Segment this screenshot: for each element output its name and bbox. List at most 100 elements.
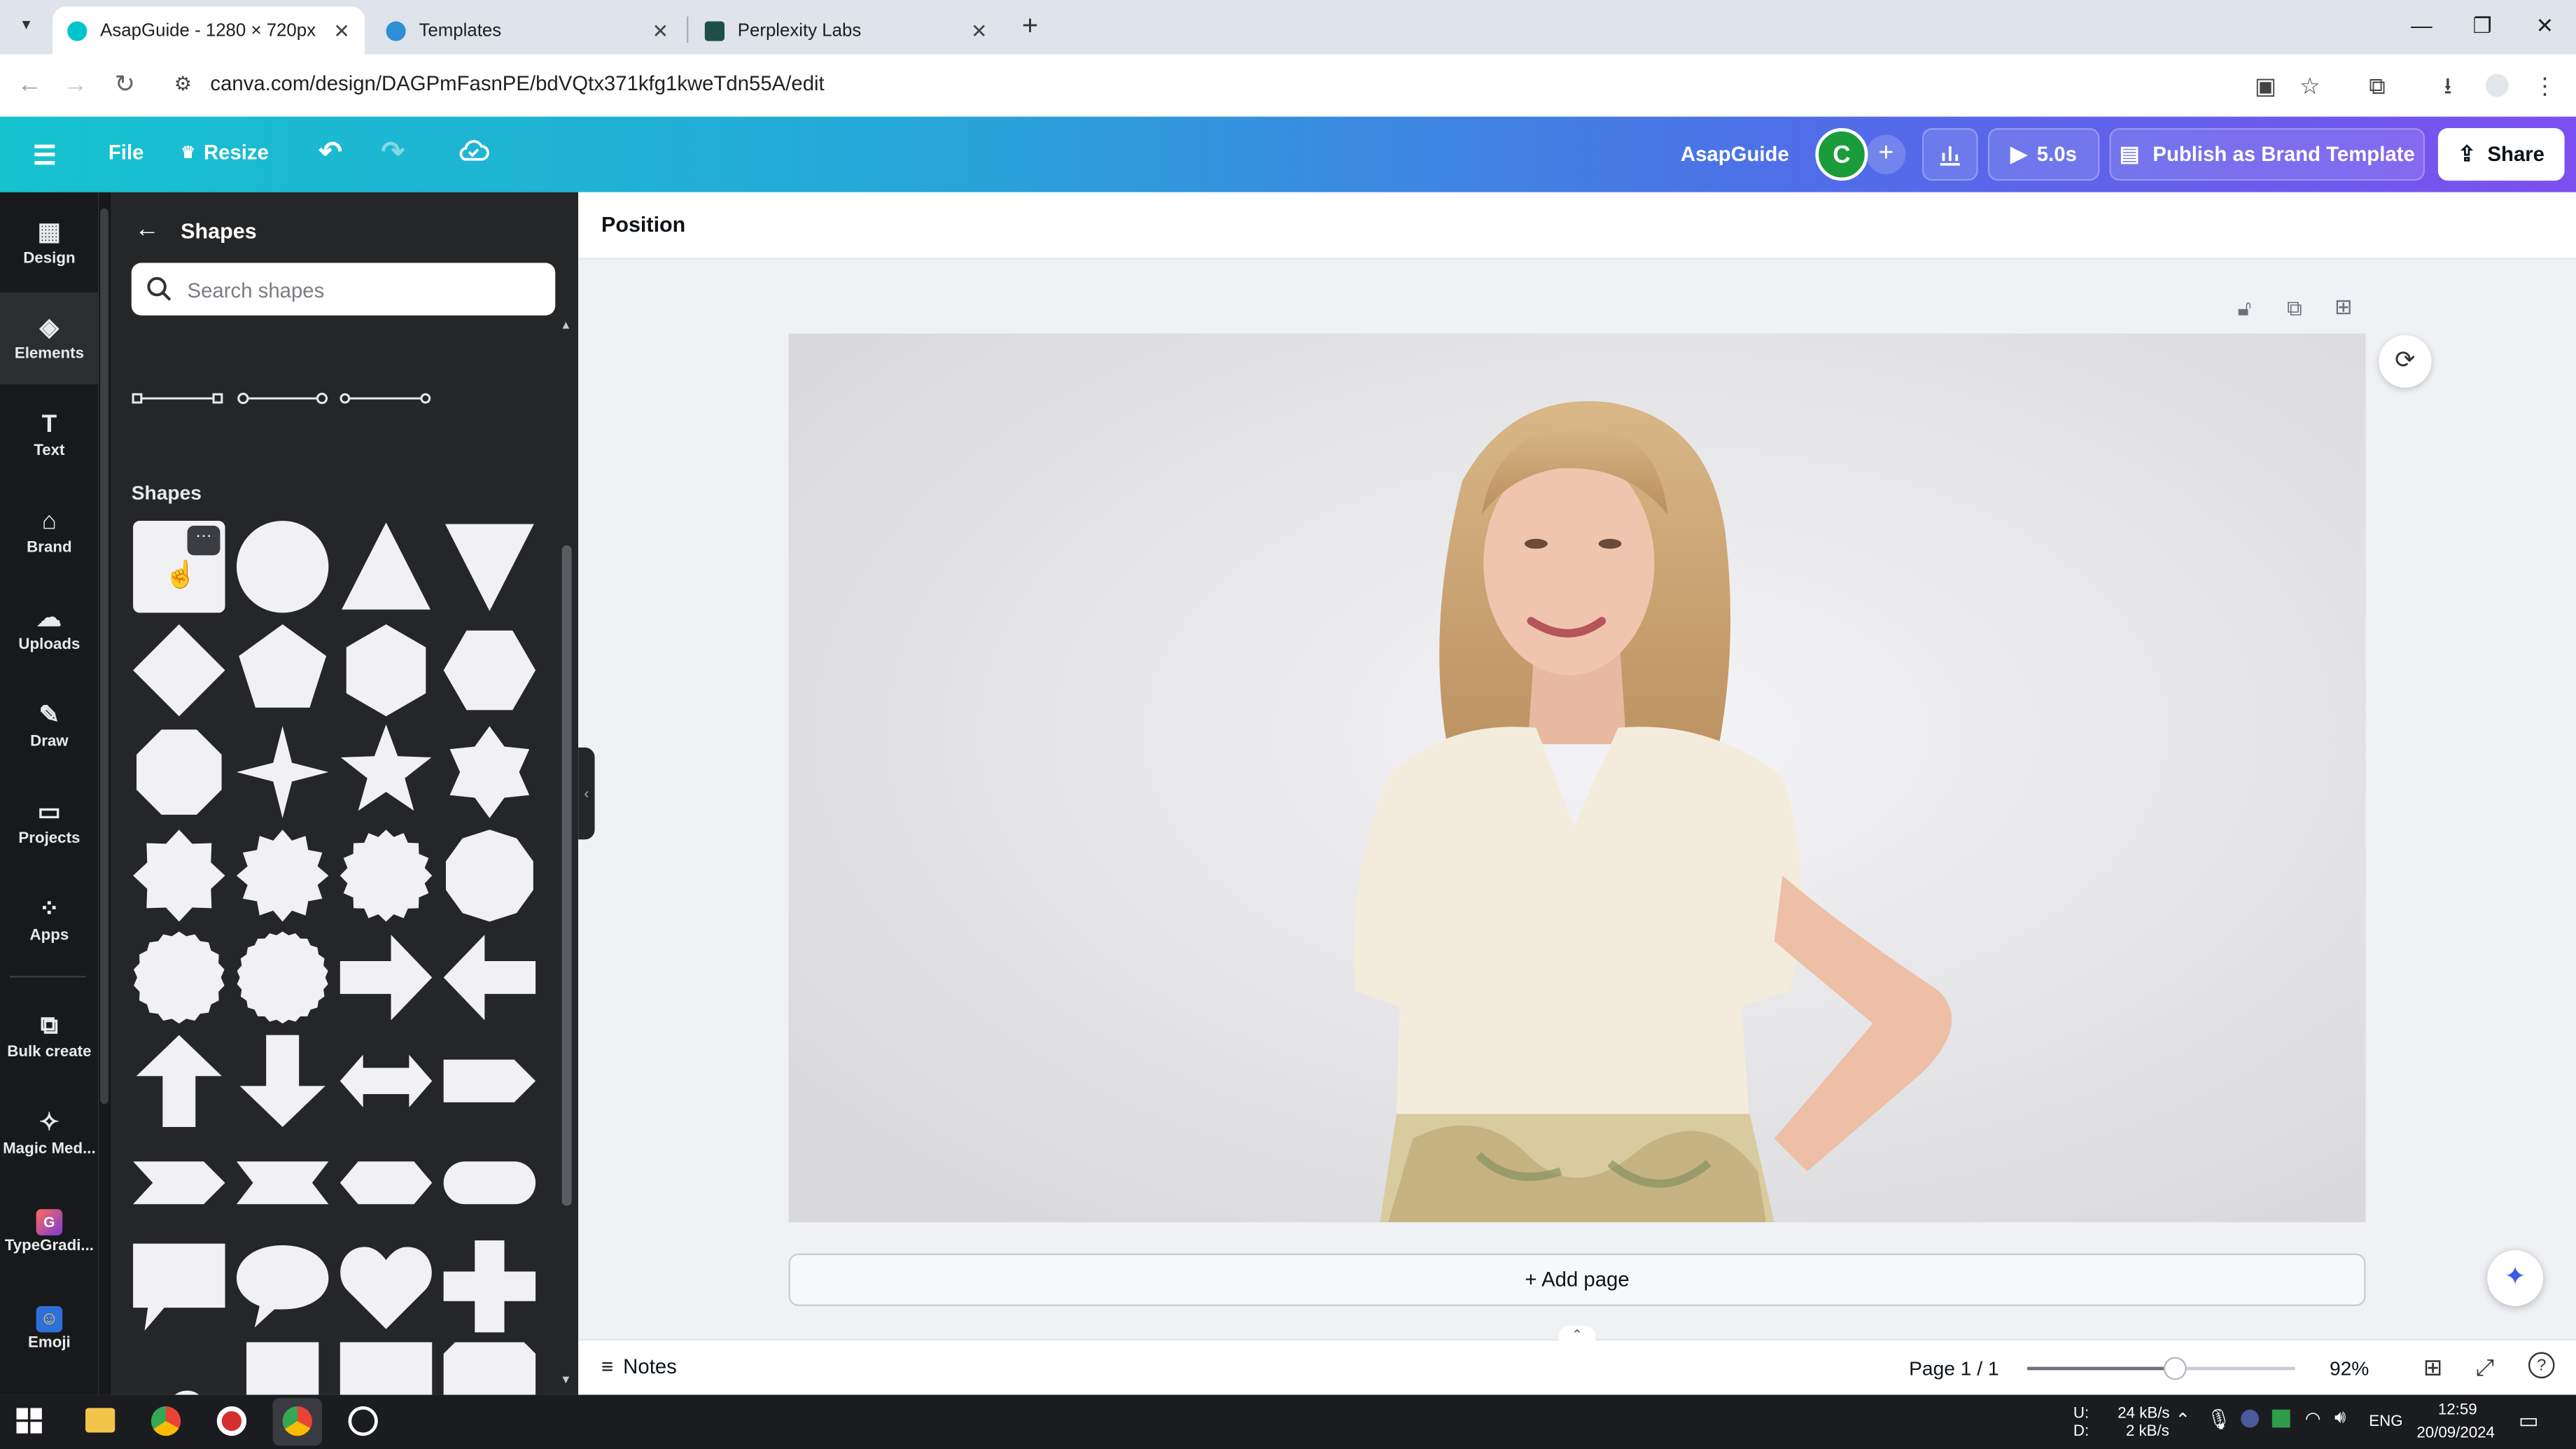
sidebar-item-apps[interactable]: ⁘ Apps	[0, 874, 99, 966]
line-square-ends[interactable]	[132, 393, 223, 404]
notes-button[interactable]: ≡ Notes	[601, 1355, 677, 1378]
file-menu-button[interactable]: File	[108, 141, 144, 164]
line-dot-ends[interactable]	[340, 393, 431, 404]
sidebar-item-uploads[interactable]: ☁ Uploads	[0, 583, 99, 675]
invite-plus-button[interactable]: +	[1866, 134, 1906, 174]
fullscreen-icon[interactable]: ⤢	[2476, 1354, 2494, 1382]
new-tab-button[interactable]: +	[1014, 10, 1046, 43]
tray-chevron-icon[interactable]: ⌃	[2175, 1410, 2190, 1431]
shape-hexagon[interactable]	[442, 622, 537, 717]
tab-search-button[interactable]: ▾	[13, 13, 40, 40]
zoom-level[interactable]: 92%	[2330, 1357, 2369, 1380]
scroll-up-icon[interactable]: ▲	[560, 321, 571, 332]
more-options-button[interactable]: ···	[187, 526, 220, 556]
shape-six-point-star[interactable]	[442, 724, 537, 820]
chrome-menu-icon[interactable]: ⋮	[2530, 71, 2559, 100]
shape-decagon[interactable]	[442, 827, 537, 923]
sidebar-item-magic-media[interactable]: ✧ Magic Med...	[0, 1088, 99, 1180]
search-input[interactable]	[183, 262, 552, 319]
volume-icon[interactable]: 🔊︎	[2334, 1408, 2346, 1429]
microphone-icon[interactable]: 🎙︎	[2206, 1408, 2232, 1431]
zoom-slider[interactable]	[2027, 1357, 2295, 1380]
shape-scalloped-circle[interactable]	[132, 930, 227, 1025]
clock-app-taskbar-icon[interactable]	[348, 1406, 378, 1436]
shape-ribbon[interactable]	[235, 1135, 330, 1231]
shape-scalloped-circle-fine[interactable]	[235, 930, 330, 1025]
user-avatar[interactable]: C	[1815, 128, 1868, 181]
shape-cross[interactable]	[442, 1238, 537, 1333]
nvidia-tray-icon[interactable]	[2272, 1409, 2290, 1428]
shape-inverted-triangle[interactable]	[442, 519, 537, 615]
reload-button[interactable]: ↻	[108, 69, 141, 102]
language-indicator[interactable]: ENG	[2369, 1413, 2402, 1431]
line-circle-ends[interactable]	[237, 393, 328, 405]
shape-hexagon-wide[interactable]	[338, 1135, 433, 1231]
shape-chevron[interactable]	[132, 1135, 227, 1231]
sidebar-item-draw[interactable]: ✎ Draw	[0, 680, 99, 772]
shape-triangle[interactable]	[338, 519, 433, 615]
undo-button[interactable]: ↶	[318, 136, 342, 169]
insights-chart-button[interactable]	[1921, 128, 1978, 181]
install-app-icon[interactable]: ▣	[2250, 71, 2280, 100]
main-menu-icon[interactable]: ☰	[33, 139, 57, 172]
shape-double-arrow[interactable]	[338, 1032, 433, 1128]
shape-sixteen-point-burst[interactable]	[338, 827, 433, 923]
close-window-button[interactable]: ✕	[2525, 10, 2564, 43]
page-indicator[interactable]: Page 1 / 1	[1909, 1357, 1998, 1380]
shape-diamond[interactable]	[132, 622, 227, 717]
panel-scrollbar[interactable]	[561, 545, 572, 1206]
tab-perplexity[interactable]: Perplexity Labs ✕	[690, 6, 1002, 54]
close-tab-icon[interactable]: ✕	[966, 19, 993, 42]
grid-view-icon[interactable]: ⊞	[2423, 1354, 2443, 1382]
sidebar-item-typegradient[interactable]: G TypeGradi...	[0, 1184, 99, 1276]
add-page-button[interactable]: + Add page	[788, 1253, 2366, 1306]
shape-pentagon[interactable]	[235, 622, 330, 717]
zoom-slider-handle[interactable]	[2163, 1357, 2186, 1380]
shape-hexagon-vertical[interactable]	[338, 622, 433, 717]
tray-app-icon[interactable]	[2241, 1409, 2260, 1428]
close-tab-icon[interactable]: ✕	[328, 19, 355, 42]
bookmark-star-icon[interactable]: ☆	[2295, 71, 2325, 100]
save-status-cloud-icon[interactable]	[456, 134, 489, 167]
shape-left-arrow[interactable]	[442, 930, 537, 1025]
url-text[interactable]: canva.com/design/DAGPmFasnPE/bdVQtx371kf…	[210, 72, 824, 95]
shape-circle[interactable]	[235, 519, 330, 615]
show-pages-chevron-icon[interactable]: ⌃	[1559, 1325, 1595, 1343]
back-button[interactable]: ←	[13, 69, 46, 102]
clock-time[interactable]: 12:59	[2438, 1401, 2477, 1420]
sidebar-item-design[interactable]: ▦ Design	[0, 197, 99, 289]
refresh-design-icon[interactable]: ⟳	[2379, 335, 2432, 388]
windows-start-icon[interactable]	[16, 1408, 43, 1442]
file-explorer-icon[interactable]	[85, 1408, 115, 1433]
sidebar-item-projects[interactable]: ▭ Projects	[0, 777, 99, 869]
publish-brand-template-button[interactable]: ▤ Publish as Brand Template	[2109, 128, 2426, 181]
add-page-icon[interactable]: ⊞	[2334, 294, 2353, 321]
shape-pentagon-arrow[interactable]	[442, 1032, 537, 1128]
shapes-search-box[interactable]	[131, 262, 556, 319]
collapse-panel-handle[interactable]: ‹	[578, 747, 595, 840]
scroll-down-icon[interactable]: ▼	[560, 1375, 571, 1386]
downloads-icon[interactable]: ⭳	[2433, 71, 2463, 100]
notifications-icon[interactable]: ▭	[2519, 1408, 2539, 1434]
wifi-icon[interactable]: ◠	[2305, 1408, 2321, 1429]
profile-avatar[interactable]	[2482, 71, 2512, 100]
duplicate-page-icon[interactable]: ⧉	[2287, 295, 2302, 322]
sidebar-item-emoji[interactable]: ☺ Emoji	[0, 1282, 99, 1373]
present-play-button[interactable]: ▶ 5.0s	[1987, 128, 2100, 181]
tab-asapguide[interactable]: AsapGuide - 1280 × 720px ✕	[52, 6, 365, 55]
shape-right-arrow[interactable]	[338, 930, 433, 1025]
resize-button[interactable]: ♛ Resize	[181, 141, 269, 164]
shape-twelve-point-burst[interactable]	[235, 827, 330, 923]
clock-date[interactable]: 20/09/2024	[2416, 1424, 2495, 1443]
shape-speech-bubble-oval[interactable]	[235, 1238, 330, 1333]
sidebar-item-bulk-create[interactable]: ⧉ Bulk create	[0, 990, 99, 1082]
magic-assistant-icon[interactable]: ✦	[2487, 1250, 2544, 1306]
shape-eight-point-burst[interactable]	[132, 827, 227, 923]
shape-pill[interactable]	[442, 1135, 537, 1231]
back-arrow-icon[interactable]: ←	[134, 215, 159, 243]
tab-templates[interactable]: Templates ✕	[371, 6, 683, 54]
chrome-taskbar-icon[interactable]	[150, 1406, 181, 1436]
extensions-icon[interactable]: ⧉	[2362, 71, 2392, 100]
share-button[interactable]: ⇪ Share	[2437, 128, 2565, 181]
shape-five-point-star[interactable]	[338, 724, 433, 820]
